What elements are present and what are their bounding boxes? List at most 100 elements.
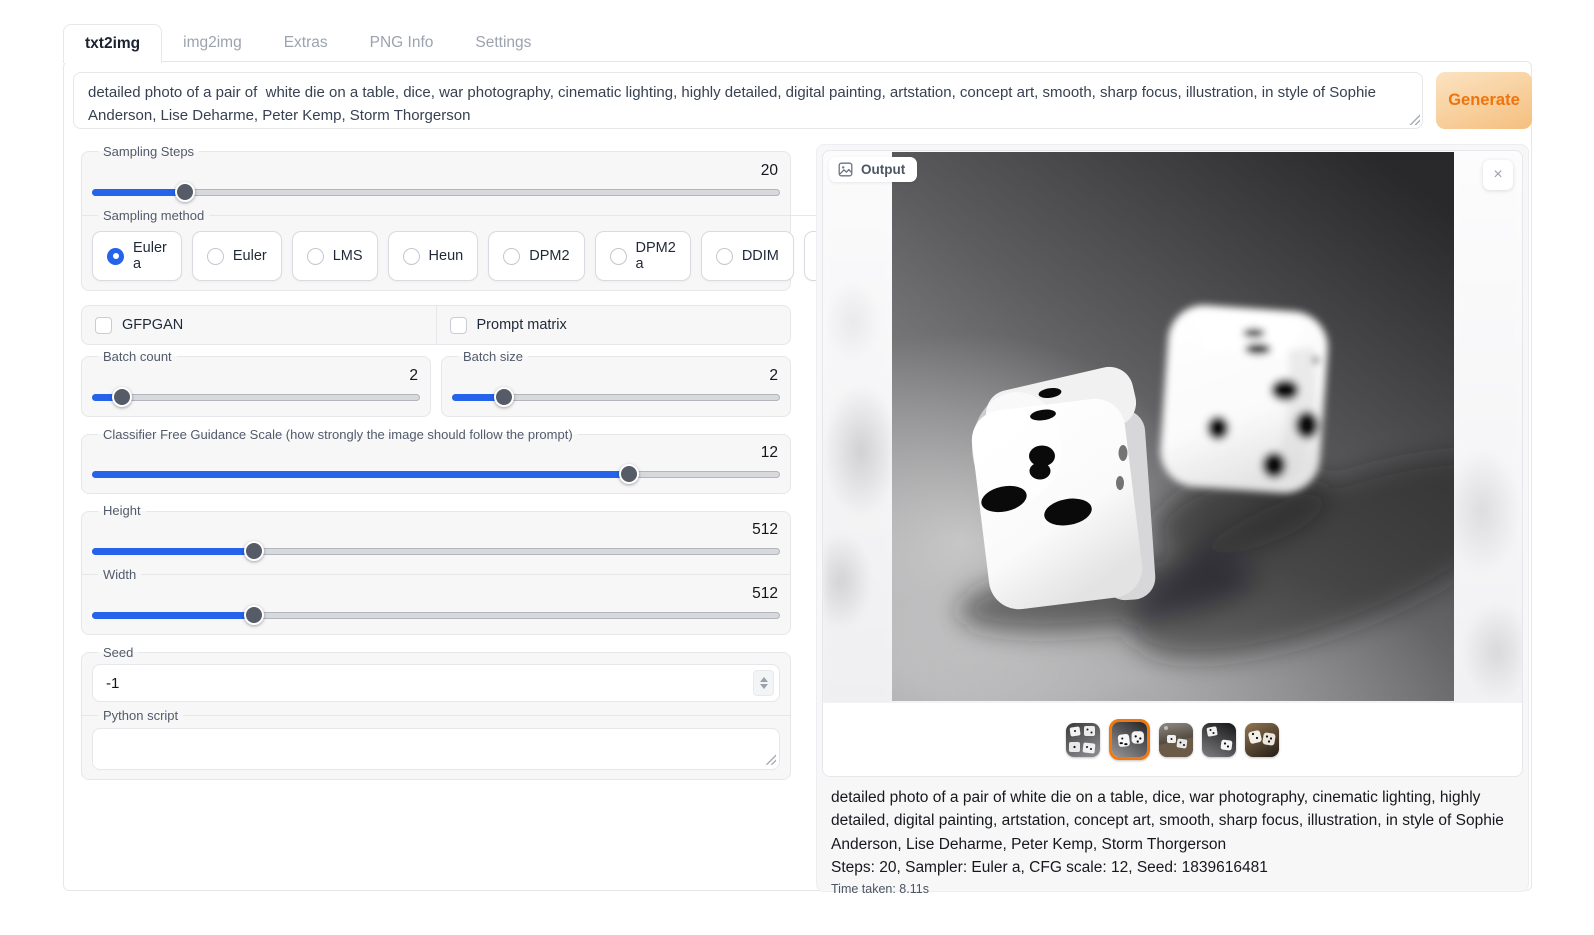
generated-image-dice bbox=[892, 152, 1454, 701]
radio-ddim[interactable]: DDIM bbox=[701, 231, 794, 281]
radio-circle bbox=[610, 248, 627, 265]
image-blur-edge-left bbox=[823, 151, 893, 703]
slider-thumb[interactable] bbox=[244, 605, 264, 625]
radio-circle bbox=[307, 248, 324, 265]
python-script-wrap bbox=[92, 728, 780, 770]
batch-count-value: 2 bbox=[92, 366, 420, 386]
batch-count-slider[interactable] bbox=[92, 387, 420, 407]
info-params-text: Steps: 20, Sampler: Euler a, CFG scale: … bbox=[831, 856, 1514, 879]
image-blur-edge-right bbox=[1452, 151, 1522, 703]
slider-track[interactable] bbox=[92, 394, 420, 401]
slider-track[interactable] bbox=[92, 189, 780, 196]
slider-thumb[interactable] bbox=[244, 541, 264, 561]
height-label: Height bbox=[98, 503, 146, 519]
gallery-thumbnail-4[interactable] bbox=[1202, 723, 1236, 757]
python-script-input[interactable] bbox=[93, 729, 779, 769]
tab-settings[interactable]: Settings bbox=[454, 24, 552, 63]
slider-thumb[interactable] bbox=[175, 182, 195, 202]
generate-button[interactable]: Generate bbox=[1436, 72, 1532, 129]
prompt-input[interactable]: detailed photo of a pair of white die on… bbox=[73, 72, 1423, 129]
output-gallery: Output × bbox=[822, 150, 1523, 777]
radio-circle bbox=[403, 248, 420, 265]
radio-circle bbox=[503, 248, 520, 265]
tab-extras[interactable]: Extras bbox=[263, 24, 349, 63]
sampling-method-label: Sampling method bbox=[98, 208, 209, 224]
batch-size-group: Batch size 2 bbox=[441, 349, 791, 417]
slider-thumb[interactable] bbox=[112, 387, 132, 407]
seed-input-wrap bbox=[92, 664, 780, 702]
radio-euler[interactable]: Euler bbox=[192, 231, 282, 281]
output-panel: Output × bbox=[816, 144, 1529, 892]
dimensions-group: Height 512 Width 512 bbox=[81, 503, 791, 634]
slider-thumb[interactable] bbox=[619, 464, 639, 484]
prompt-matrix-checkbox-cell[interactable]: Prompt matrix bbox=[437, 306, 791, 344]
radio-circle-checked bbox=[107, 248, 124, 265]
radio-label: Euler a bbox=[133, 240, 167, 272]
slider-thumb[interactable] bbox=[494, 387, 514, 407]
gallery-thumbnail-2-selected[interactable] bbox=[1109, 719, 1150, 760]
batch-row: Batch count 2 Batch size 2 bbox=[81, 349, 791, 417]
seed-label: Seed bbox=[98, 645, 138, 661]
radio-dpm2-a[interactable]: DPM2 a bbox=[595, 231, 691, 281]
txt2img-panel: detailed photo of a pair of white die on… bbox=[63, 61, 1532, 891]
cfg-scale-slider[interactable] bbox=[92, 464, 780, 484]
batch-size-value: 2 bbox=[452, 366, 780, 386]
prompt-field-wrap: detailed photo of a pair of white die on… bbox=[73, 72, 1423, 129]
cfg-scale-label: Classifier Free Guidance Scale (how stro… bbox=[98, 427, 578, 443]
sampling-method-options: Euler a Euler LMS Heun bbox=[92, 231, 899, 281]
radio-label: DPM2 a bbox=[636, 240, 676, 272]
radio-heun[interactable]: Heun bbox=[388, 231, 479, 281]
sampling-method-group: Sampling method Euler a Euler LMS bbox=[82, 208, 909, 282]
sampling-steps-label: Sampling Steps bbox=[98, 144, 199, 160]
radio-lms[interactable]: LMS bbox=[292, 231, 378, 281]
seed-stepper[interactable] bbox=[753, 670, 774, 696]
sampling-steps-value: 20 bbox=[92, 161, 780, 181]
sampling-steps-slider[interactable] bbox=[92, 182, 780, 202]
settings-column: Sampling Steps 20 Sampling method Euler … bbox=[81, 144, 791, 780]
width-slider[interactable] bbox=[92, 605, 780, 625]
python-script-group: Python script bbox=[82, 708, 790, 770]
close-output-button[interactable]: × bbox=[1483, 160, 1513, 190]
radio-euler-a[interactable]: Euler a bbox=[92, 231, 182, 281]
radio-label: LMS bbox=[333, 248, 363, 264]
gfpgan-checkbox[interactable] bbox=[95, 317, 112, 334]
time-taken-text: Time taken: 8.11s bbox=[831, 882, 1514, 896]
radio-circle bbox=[207, 248, 224, 265]
sampling-group: Sampling Steps 20 Sampling method Euler … bbox=[81, 144, 791, 291]
tab-png-info[interactable]: PNG Info bbox=[349, 24, 455, 63]
seed-group: Seed Python script bbox=[81, 645, 791, 780]
tab-img2img[interactable]: img2img bbox=[162, 24, 263, 63]
radio-dpm2[interactable]: DPM2 bbox=[488, 231, 584, 281]
radio-label: DDIM bbox=[742, 248, 779, 264]
stable-diffusion-webui: txt2img img2img Extras PNG Info Settings… bbox=[0, 0, 1594, 935]
stepper-down-icon[interactable] bbox=[760, 684, 768, 689]
radio-label: DPM2 bbox=[529, 248, 569, 264]
gallery-thumbnails bbox=[823, 703, 1522, 776]
batch-count-group: Batch count 2 bbox=[81, 349, 431, 417]
gallery-thumbnail-3[interactable] bbox=[1159, 723, 1193, 757]
radio-label: Euler bbox=[233, 248, 267, 264]
python-script-label: Python script bbox=[98, 708, 183, 724]
gallery-thumbnail-1[interactable] bbox=[1066, 723, 1100, 757]
output-label: Output bbox=[861, 162, 905, 177]
seed-input[interactable] bbox=[93, 665, 779, 701]
gfpgan-label: GFPGAN bbox=[122, 317, 183, 333]
output-image-stage bbox=[823, 151, 1522, 703]
options-checkbox-row: GFPGAN Prompt matrix bbox=[81, 305, 791, 345]
gfpgan-checkbox-cell[interactable]: GFPGAN bbox=[82, 306, 437, 344]
prompt-matrix-checkbox[interactable] bbox=[450, 317, 467, 334]
width-value: 512 bbox=[92, 584, 780, 604]
info-prompt-text: detailed photo of a pair of white die on… bbox=[831, 786, 1514, 856]
image-icon bbox=[838, 162, 853, 177]
tab-txt2img[interactable]: txt2img bbox=[63, 24, 162, 63]
batch-size-slider[interactable] bbox=[452, 387, 780, 407]
radio-circle bbox=[716, 248, 733, 265]
generation-info: detailed photo of a pair of white die on… bbox=[822, 777, 1523, 896]
slider-fill bbox=[92, 471, 629, 478]
output-label-chip: Output bbox=[829, 157, 917, 182]
prompt-matrix-label: Prompt matrix bbox=[477, 317, 567, 333]
gallery-thumbnail-5[interactable] bbox=[1245, 723, 1279, 757]
cfg-scale-group: Classifier Free Guidance Scale (how stro… bbox=[81, 427, 791, 495]
stepper-up-icon[interactable] bbox=[760, 677, 768, 682]
height-slider[interactable] bbox=[92, 541, 780, 561]
